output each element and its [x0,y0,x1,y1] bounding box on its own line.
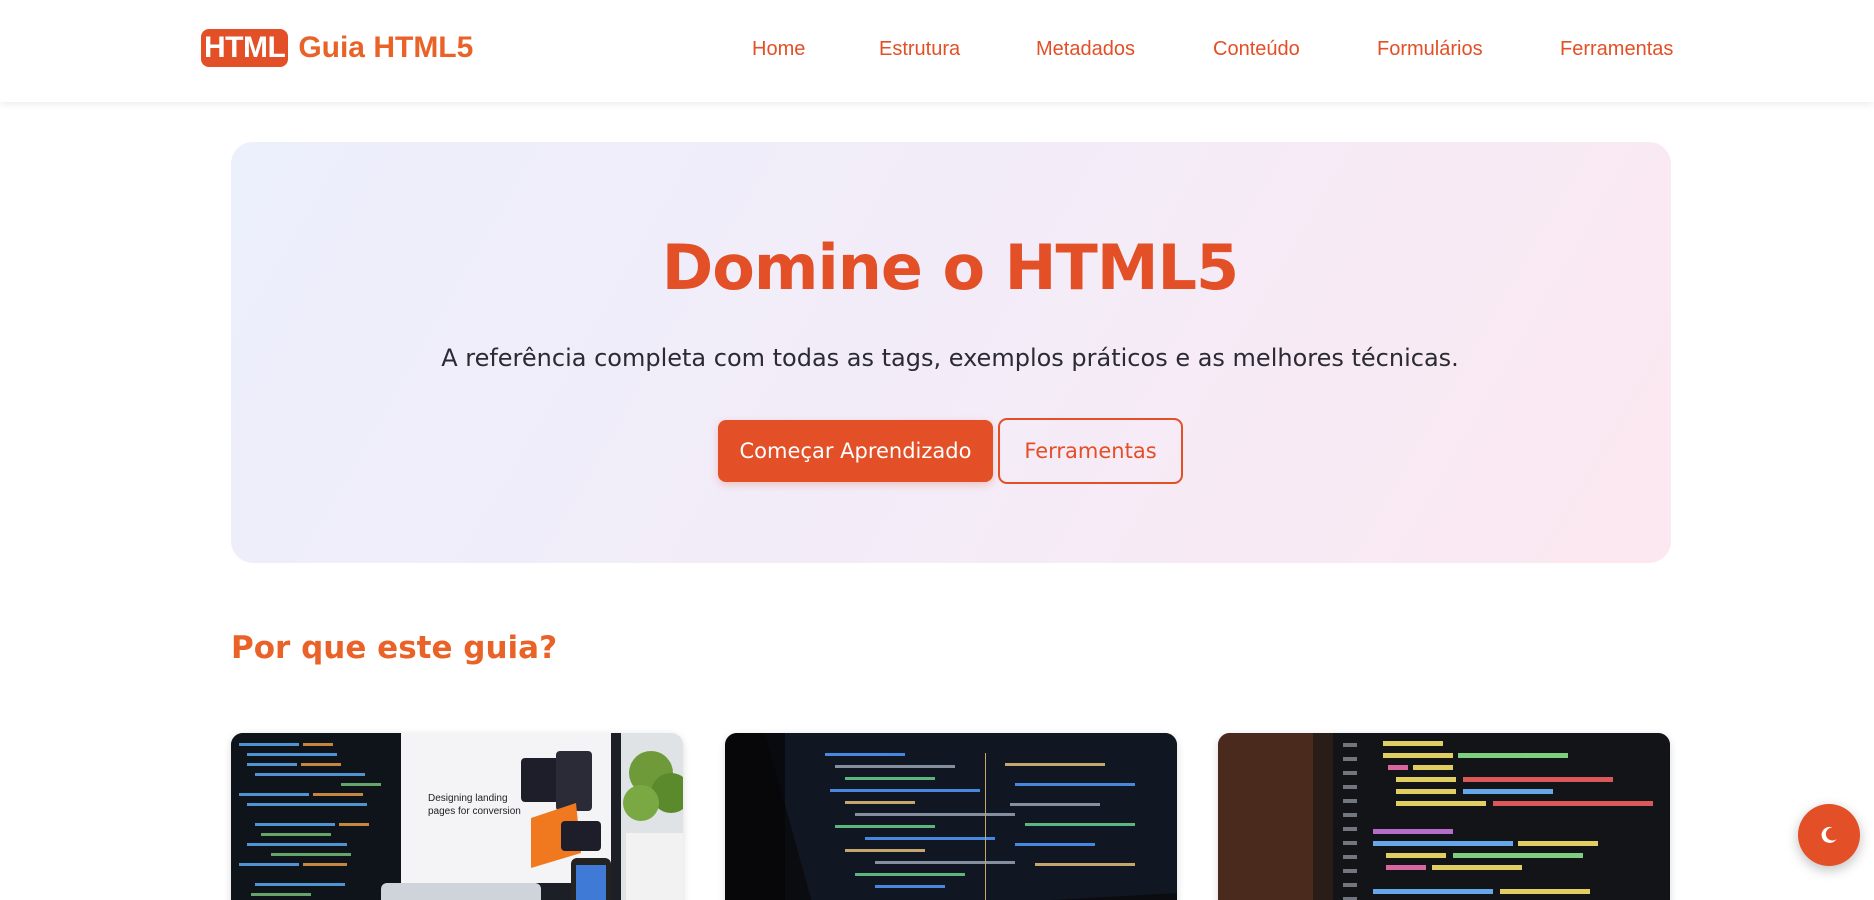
feature-card-image[interactable]: Designing landing pages for conversion [231,733,683,900]
feature-card-image[interactable] [725,733,1177,900]
image-text-2: pages for conversion [428,806,521,817]
moon-icon [1821,826,1837,843]
nav-item-ferramentas[interactable]: Ferramentas [1560,36,1673,62]
start-learning-button[interactable]: Começar Aprendizado [718,420,993,482]
image-text-1: Designing landing [428,793,508,804]
tools-button[interactable]: Ferramentas [998,418,1183,484]
nav-item-formularios[interactable]: Formulários [1377,36,1483,62]
nav-item-metadados[interactable]: Metadados [1036,36,1135,62]
code-monitor-image: Designing landing pages for conversion [231,733,683,900]
nav-item-conteudo[interactable]: Conteúdo [1213,36,1300,62]
hero-title: Domine o HTML5 [661,231,1239,304]
nav-item-estrutura[interactable]: Estrutura [879,36,960,62]
site-header: HTML Guia HTML5 Home Estrutura Metadados… [0,0,1874,102]
theme-toggle-button[interactable] [1798,804,1860,866]
hero-subtitle: A referência completa com todas as tags,… [441,344,1459,372]
python-code-image [1218,733,1670,900]
main-nav: Home Estrutura Metadados Conteúdo Formul… [0,36,1874,62]
feature-card-image[interactable] [1218,733,1670,900]
nav-item-home[interactable]: Home [752,36,805,62]
laptop-code-image [725,733,1177,900]
section-title: Por que este guia? [231,630,558,666]
